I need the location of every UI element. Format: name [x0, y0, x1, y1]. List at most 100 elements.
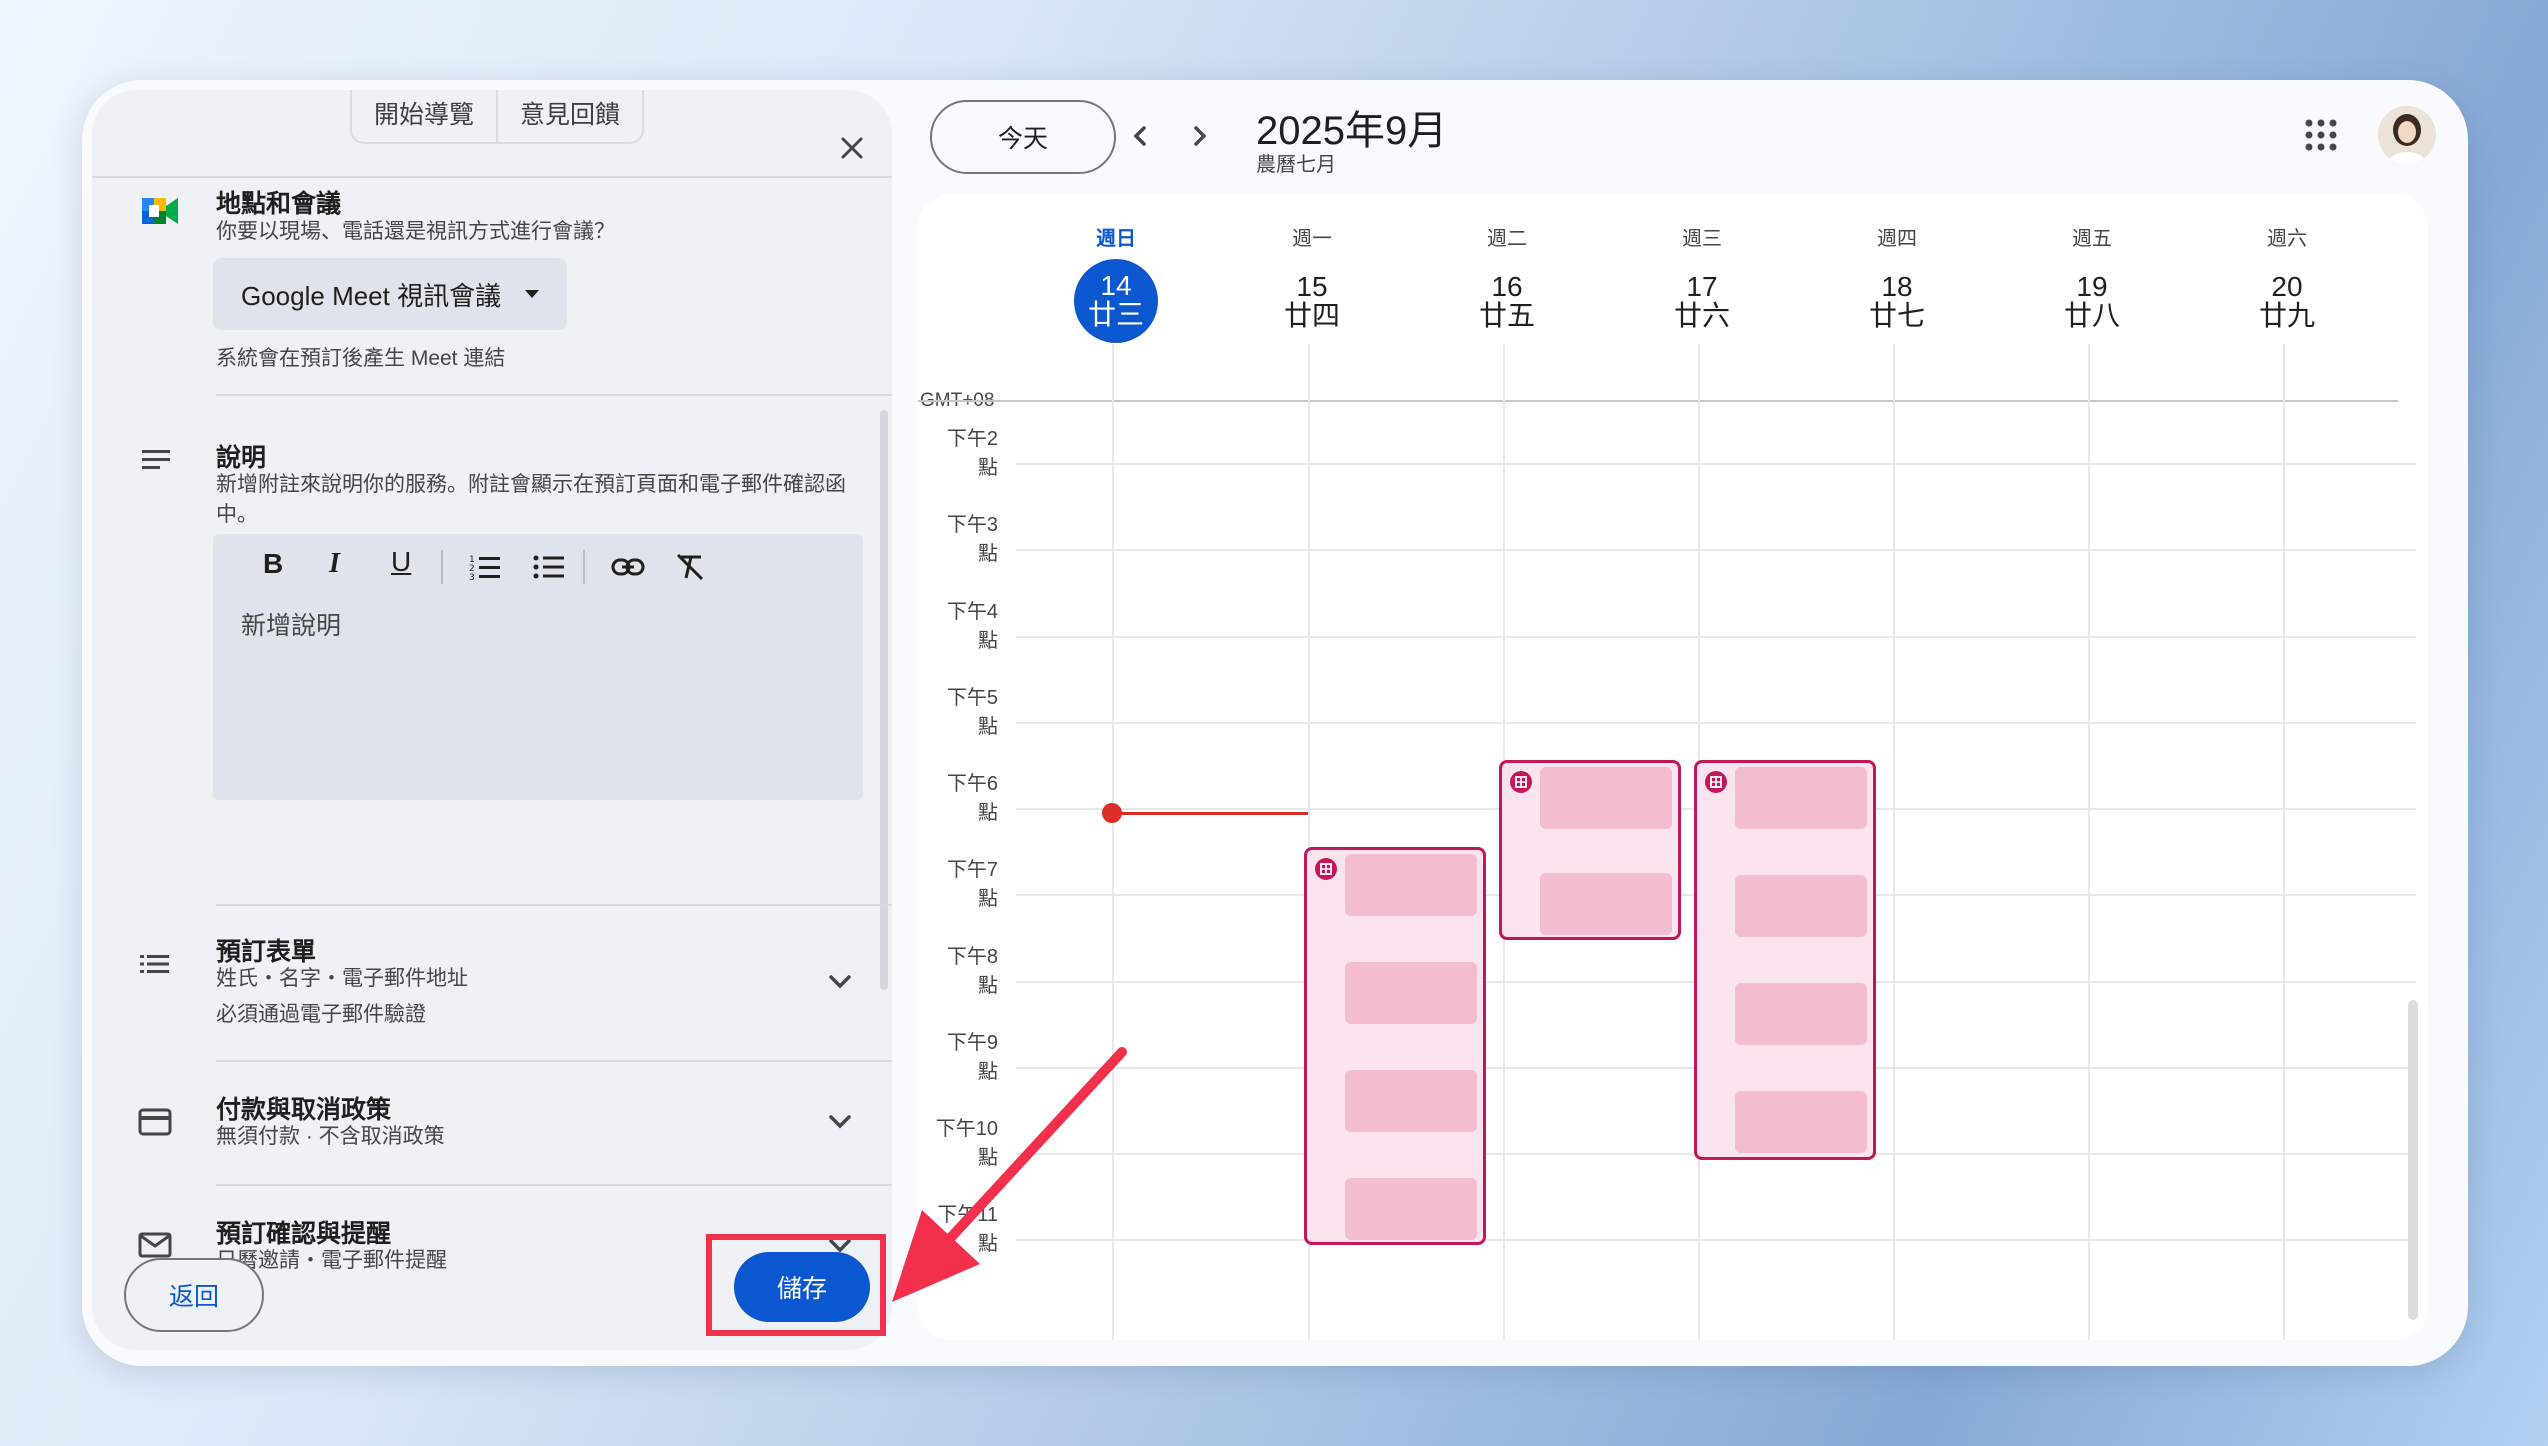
booking-settings-panel: 開始導覽 意見回饋 地點和會議 你要以現場、電話還是視訊方式進行會議？ Goog…: [92, 90, 892, 1350]
toolbar-separator: [583, 550, 585, 584]
lunar-day: 廿九: [2258, 300, 2315, 331]
booking-slot[interactable]: [1735, 875, 1867, 937]
week-view: GMT+08 週日 14 廿三 週一 15 廿四 週二 16 廿五 週三 17 …: [918, 194, 2428, 1340]
booking-slot[interactable]: [1540, 873, 1672, 935]
day-header-sun[interactable]: 週日 14 廿三: [1018, 222, 1214, 343]
italic-button[interactable]: I: [329, 548, 340, 580]
numbered-list-icon[interactable]: 1 2 3: [469, 552, 501, 582]
calendar-grid-icon: [1510, 771, 1532, 793]
booking-slot[interactable]: [1345, 854, 1477, 916]
apps-grid-icon[interactable]: [2304, 118, 2338, 152]
booking-slot[interactable]: [1540, 767, 1672, 829]
hour-line: [1016, 722, 2416, 724]
header-separator: [918, 400, 2398, 402]
location-subtitle: 你要以現場、電話還是視訊方式進行會議？: [216, 220, 615, 243]
previous-week-icon[interactable]: [1122, 118, 1158, 154]
avatar[interactable]: [2378, 106, 2436, 164]
hour-label: 下午7點: [946, 859, 998, 910]
day-number: 17: [1686, 271, 1718, 302]
day-of-week: 週二: [1487, 228, 1527, 250]
calendar-grid-icon: [1705, 771, 1727, 793]
link-icon[interactable]: [611, 556, 645, 578]
save-button[interactable]: 儲存: [734, 1252, 870, 1322]
next-week-icon[interactable]: [1182, 118, 1218, 154]
payment-title: 付款與取消政策: [216, 1096, 392, 1124]
credit-card-icon: [138, 1108, 172, 1136]
toolbar-separator: [441, 550, 443, 584]
booking-slot[interactable]: [1735, 983, 1867, 1045]
hour-line: [1016, 636, 2416, 638]
bulleted-list-icon[interactable]: [533, 552, 565, 582]
save-button-label: 儲存: [776, 1275, 827, 1303]
feedback-button[interactable]: 意見回饋: [496, 90, 642, 142]
back-button-label: 返回: [168, 1283, 219, 1311]
clear-formatting-icon[interactable]: [675, 552, 705, 582]
hour-line: [1016, 549, 2416, 551]
booking-slot[interactable]: [1345, 962, 1477, 1024]
day-header-tue[interactable]: 週二 16 廿五: [1409, 222, 1605, 331]
booking-form-title: 預訂表單: [216, 938, 317, 966]
day-header-fri[interactable]: 週五 19 廿八: [1994, 222, 2190, 331]
description-editor: B I U 1 2 3 新增說明: [213, 534, 863, 800]
availability-block-wed[interactable]: [1694, 760, 1876, 1160]
day-of-week: 週一: [1292, 228, 1332, 250]
day-of-week: 週六: [2267, 228, 2307, 250]
day-header-sat[interactable]: 週六 20 廿九: [2189, 222, 2385, 331]
location-title: 地點和會議: [216, 190, 342, 218]
booking-form-fields: 姓氏・名字・電子郵件地址: [216, 967, 468, 990]
availability-block-mon[interactable]: [1304, 847, 1486, 1245]
day-column-line: [2283, 344, 2285, 1340]
panel-scrollbar[interactable]: [880, 410, 888, 990]
divider: [216, 394, 892, 396]
calendar-grid-icon: [1315, 858, 1337, 880]
day-number: 18: [1881, 271, 1913, 302]
back-button[interactable]: 返回: [124, 1258, 264, 1332]
expand-payment-icon[interactable]: [822, 1104, 858, 1140]
meeting-type-value: Google Meet 視訊會議: [241, 280, 502, 311]
divider: [216, 1184, 892, 1186]
underline-button[interactable]: U: [391, 546, 411, 578]
hour-label: 下午3點: [946, 514, 998, 565]
today-button[interactable]: 今天: [930, 100, 1116, 174]
booking-slot[interactable]: [1735, 767, 1867, 829]
day-header-thu[interactable]: 週四 18 廿七: [1799, 222, 1995, 331]
description-input[interactable]: 新增說明: [241, 606, 341, 642]
hour-line: [1016, 1239, 2416, 1241]
day-of-week: 週日: [1096, 228, 1136, 250]
day-number: 16: [1491, 271, 1523, 302]
divider: [216, 1060, 892, 1062]
close-icon[interactable]: [837, 133, 867, 163]
meeting-type-dropdown[interactable]: Google Meet 視訊會議: [213, 258, 567, 330]
hour-label: 下午2點: [946, 428, 998, 479]
start-tour-button[interactable]: 開始導覽: [352, 90, 496, 142]
lunar-day: 廿八: [2063, 300, 2120, 331]
lunar-day: 廿七: [1868, 300, 1925, 331]
top-button-group: 開始導覽 意見回饋: [350, 90, 645, 144]
current-time-line: [1112, 812, 1308, 815]
mail-icon: [138, 1232, 172, 1258]
payment-summary: 無須付款 · 不含取消政策: [216, 1125, 445, 1148]
description-subtitle: 新增附註來說明你的服務。附註會顯示在預訂頁面和電子郵件確認函中。: [216, 473, 846, 526]
day-header-mon[interactable]: 週一 15 廿四: [1214, 222, 1410, 331]
availability-block-tue[interactable]: [1499, 760, 1681, 940]
day-header-wed[interactable]: 週三 17 廿六: [1604, 222, 1800, 331]
annotation-arrow-icon: [892, 1047, 1127, 1302]
hour-line: [1016, 463, 2416, 465]
calendar-scrollbar[interactable]: [2408, 1000, 2418, 1320]
bold-button[interactable]: B: [263, 548, 283, 580]
notes-icon: [142, 450, 170, 469]
dropdown-arrow-icon: [525, 290, 540, 298]
lunar-day: 廿六: [1673, 300, 1730, 331]
avatar-image: [2378, 106, 2436, 164]
divider: [92, 176, 892, 178]
google-meet-icon: [142, 198, 178, 224]
booking-slot[interactable]: [1735, 1091, 1867, 1153]
list-icon: [140, 955, 169, 973]
booking-slot[interactable]: [1345, 1178, 1477, 1240]
day-number: 20: [2271, 271, 2303, 302]
booking-slot[interactable]: [1345, 1070, 1477, 1132]
day-column-line: [1893, 344, 1895, 1340]
expand-booking-form-icon[interactable]: [822, 964, 858, 1000]
current-time-dot: [1102, 803, 1122, 823]
description-title: 說明: [216, 444, 267, 472]
